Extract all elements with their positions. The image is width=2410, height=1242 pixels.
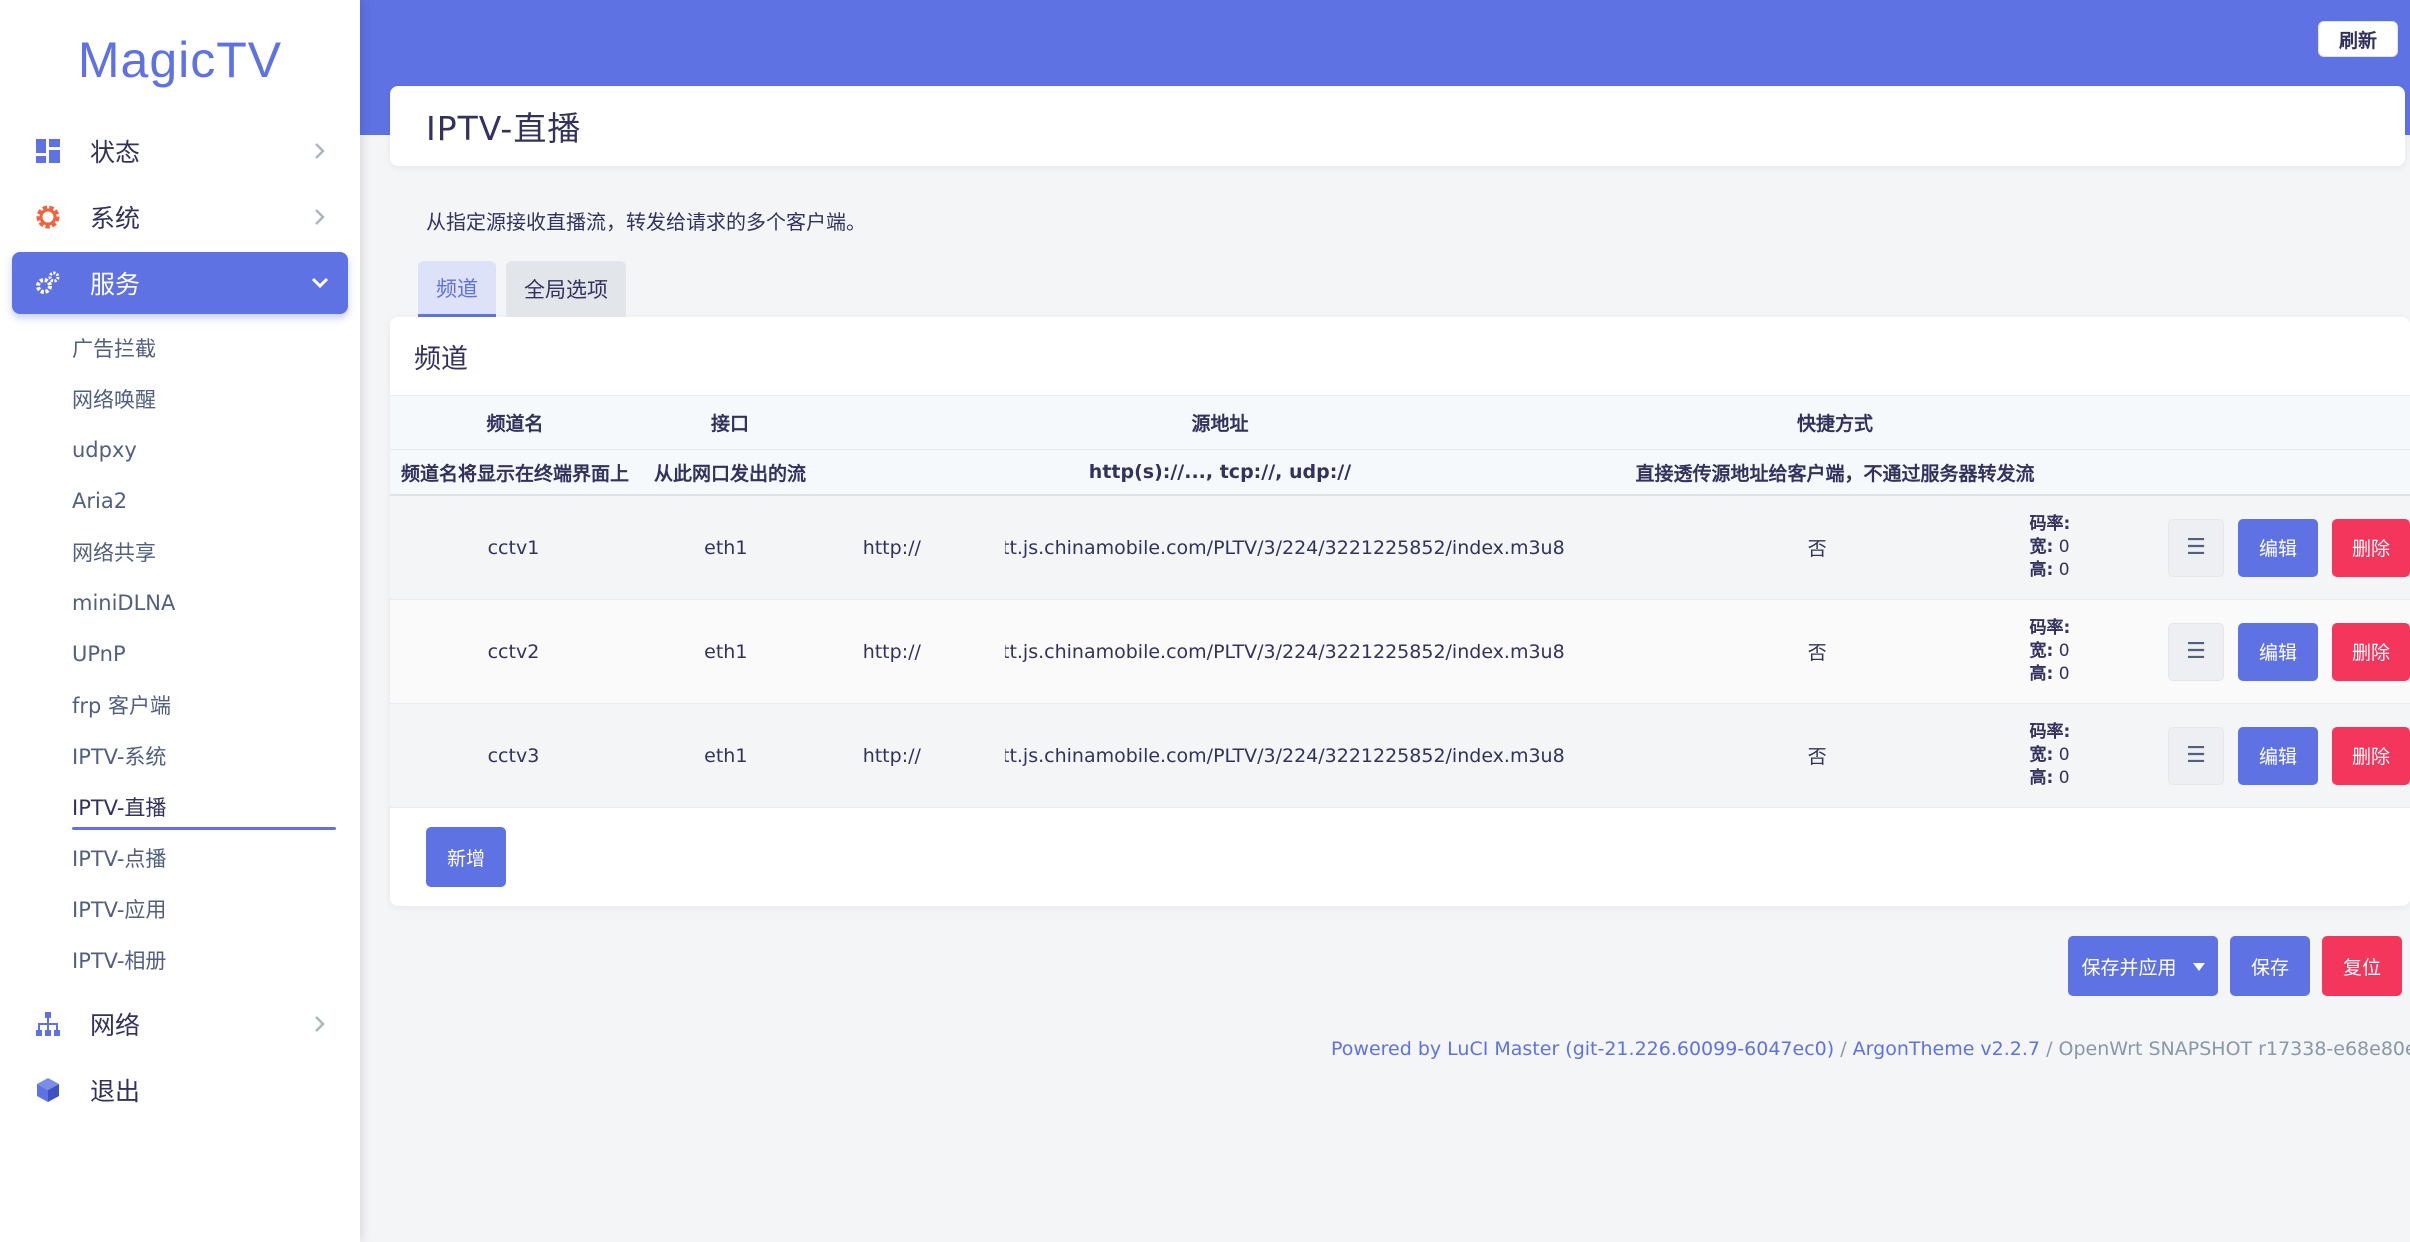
edit-button[interactable]: 编辑 (2238, 726, 2318, 785)
drag-sort-handle[interactable]: ☰ (2168, 518, 2224, 577)
sidebar-item-label: 服务 (90, 270, 141, 299)
sidebar-sub-frp[interactable]: frp 客户端 (0, 679, 360, 730)
col-hint-source: http(s)://..., tcp://, udp:// (1088, 461, 1352, 483)
caret-down-icon (2192, 955, 2205, 977)
source-protocol: http:// (862, 744, 921, 767)
sidebar-sub-iptv-live[interactable]: IPTV-直播 (0, 781, 360, 832)
sidebar-menu: 状态 系统 服务 (0, 120, 360, 314)
save-apply-label: 保存并应用 (2081, 957, 2177, 979)
delete-button[interactable]: 删除 (2332, 622, 2410, 681)
tab-bar: 频道 全局选项 (390, 261, 2405, 317)
sidebar-item-services[interactable]: 服务 (12, 252, 348, 314)
sidebar-item-system[interactable]: 系统 (12, 186, 348, 248)
col-hint-name: 频道名将显示在终端界面上 (400, 462, 629, 485)
sidebar-sub-upnp[interactable]: UPnP (0, 628, 360, 679)
col-hint-shortcut: 直接透传源地址给客户端，不通过服务器转发流 (1635, 462, 2035, 485)
channel-interface: eth1 (704, 744, 748, 767)
chevron-right-icon (308, 205, 332, 229)
page-description: 从指定源接收直播流，转发给请求的多个客户端。 (426, 210, 866, 234)
edit-button[interactable]: 编辑 (2238, 622, 2318, 681)
sidebar-sub-iptv-apps[interactable]: IPTV-应用 (0, 883, 360, 934)
form-actions: 保存并应用 保存 复位 (390, 936, 2410, 996)
channel-interface: eth1 (704, 640, 748, 663)
sidebar-sub-udpxy[interactable]: udpxy (0, 424, 360, 475)
sidebar-sub-adblock[interactable]: 广告拦截 (0, 322, 360, 373)
cube-icon (30, 1072, 66, 1108)
save-button[interactable]: 保存 (2230, 936, 2310, 996)
table-header: 频道名 接口 源地址 快捷方式 频道名将显示在终端界面上 从此网口发出的流 ht… (390, 395, 2410, 496)
channels-panel: 频道 频道名 接口 源地址 快捷方式 频道名将显示在终端界面上 从此网口发出的流… (390, 317, 2410, 906)
sidebar-sub-iptv-album[interactable]: IPTV-相册 (0, 934, 360, 985)
channel-source: http:// /ott.js.chinamobile.com/PLTV/3/2… (815, 704, 1605, 807)
col-header-shortcut: 快捷方式 (1796, 413, 1873, 435)
sidebar-sub-iptv-vod[interactable]: IPTV-点播 (0, 832, 360, 883)
tab-global-options[interactable]: 全局选项 (506, 261, 626, 317)
main-content: IPTV-直播 从指定源接收直播流，转发给请求的多个客户端。 频道 全局选项 频… (390, 86, 2410, 996)
source-protocol: http:// (862, 536, 921, 559)
powered-by-footer: Powered by LuCI Master (git-21.226.60099… (1331, 1038, 2410, 1060)
brand-logo[interactable]: MagicTV (0, 0, 360, 120)
refresh-button[interactable]: 刷新 (2318, 21, 2398, 57)
channel-stats: 码率: 宽: 0 高: 0 (2029, 722, 2071, 788)
gear-icon (30, 199, 66, 235)
drag-sort-handle[interactable]: ☰ (2168, 726, 2224, 785)
add-channel-button[interactable]: 新增 (426, 827, 506, 887)
delete-button[interactable]: 删除 (2332, 518, 2410, 577)
sidebar-item-label: 系统 (90, 204, 141, 233)
section-title: 频道 (414, 343, 468, 375)
os-version: OpenWrt SNAPSHOT r17338-e68e80ead9 (2058, 1038, 2410, 1060)
sidebar-item-logout[interactable]: 退出 (12, 1059, 348, 1121)
sidebar: MagicTV 状态 系统 服务 广告拦截 网络唤醒 udpxy Aria2 网… (0, 0, 360, 1242)
gears-icon (30, 265, 66, 301)
save-apply-button[interactable]: 保存并应用 (2068, 936, 2218, 996)
chevron-down-icon (308, 271, 332, 295)
sidebar-item-label: 状态 (90, 138, 141, 167)
luci-link[interactable]: Powered by LuCI Master (git-21.226.60099… (1331, 1038, 1834, 1060)
sidebar-sub-minidlna[interactable]: miniDLNA (0, 577, 360, 628)
table-row: cctv1 eth1 http:// /ott.js.chinamobile.c… (390, 496, 2410, 600)
sidebar-item-label: 退出 (90, 1077, 141, 1106)
channel-name: cctv3 (487, 744, 540, 767)
source-url: /ott.js.chinamobile.com/PLTV/3/224/32212… (1004, 640, 1565, 663)
tab-channels[interactable]: 频道 (418, 261, 496, 317)
network-icon (30, 1006, 66, 1042)
channel-interface: eth1 (704, 536, 748, 559)
source-url: /ott.js.chinamobile.com/PLTV/3/224/32212… (1004, 744, 1565, 767)
col-header-source: 源地址 (1191, 413, 1249, 435)
dashboard-icon (30, 133, 66, 169)
channel-name: cctv1 (487, 536, 540, 559)
table-row: cctv2 eth1 http:// /ott.js.chinamobile.c… (390, 600, 2410, 704)
sidebar-menu-bottom: 网络 退出 (0, 993, 360, 1121)
sidebar-item-network[interactable]: 网络 (12, 993, 348, 1055)
drag-sort-handle[interactable]: ☰ (2168, 622, 2224, 681)
col-header-interface: 接口 (710, 413, 749, 435)
source-url: /ott.js.chinamobile.com/PLTV/3/224/32212… (1004, 536, 1565, 559)
channel-shortcut: 否 (1807, 642, 1827, 664)
delete-button[interactable]: 删除 (2332, 726, 2410, 785)
channel-stats: 码率: 宽: 0 高: 0 (2029, 618, 2071, 684)
sidebar-sub-iptv-system[interactable]: IPTV-系统 (0, 730, 360, 781)
source-protocol: http:// (862, 640, 921, 663)
reset-button[interactable]: 复位 (2322, 936, 2402, 996)
chevron-right-icon (308, 139, 332, 163)
sidebar-sub-wol[interactable]: 网络唤醒 (0, 373, 360, 424)
sidebar-item-label: 网络 (90, 1011, 141, 1040)
sidebar-item-status[interactable]: 状态 (12, 120, 348, 182)
sidebar-sub-aria2[interactable]: Aria2 (0, 475, 360, 526)
channel-stats: 码率: 宽: 0 高: 0 (2029, 514, 2071, 580)
col-hint-interface: 从此网口发出的流 (653, 462, 806, 485)
col-header-name: 频道名 (486, 413, 544, 435)
chevron-right-icon (308, 1012, 332, 1036)
channel-shortcut: 否 (1807, 746, 1827, 768)
services-submenu: 广告拦截 网络唤醒 udpxy Aria2 网络共享 miniDLNA UPnP… (0, 318, 360, 993)
edit-button[interactable]: 编辑 (2238, 518, 2318, 577)
sidebar-sub-share[interactable]: 网络共享 (0, 526, 360, 577)
channel-source: http:// /ott.js.chinamobile.com/PLTV/3/2… (815, 496, 1605, 599)
theme-link[interactable]: ArgonTheme v2.2.7 (1853, 1038, 2040, 1060)
channel-name: cctv2 (487, 640, 540, 663)
page-title: IPTV-直播 (390, 86, 2405, 166)
channel-source: http:// /ott.js.chinamobile.com/PLTV/3/2… (815, 600, 1605, 703)
table-row: cctv3 eth1 http:// /ott.js.chinamobile.c… (390, 704, 2410, 808)
channel-shortcut: 否 (1807, 538, 1827, 560)
